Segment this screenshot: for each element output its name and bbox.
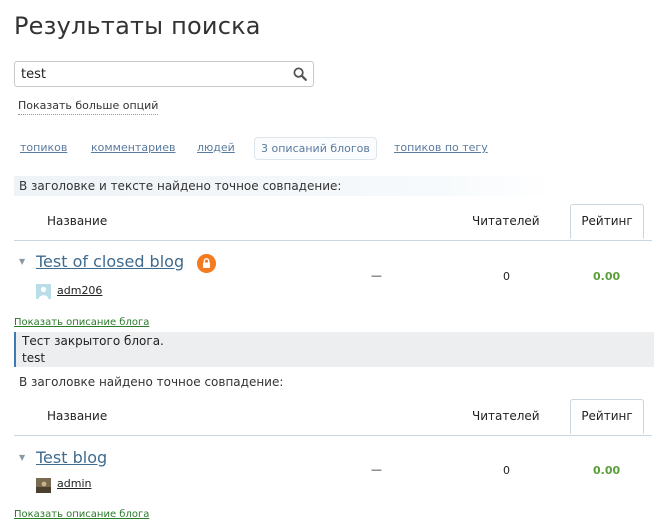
avatar [36,478,51,493]
user-link[interactable]: adm206 [57,284,102,297]
user-link[interactable]: admin [57,477,91,490]
rating-value: 0.00 [593,270,621,283]
lock-icon [197,254,216,273]
tab-comments[interactable]: комментариев [85,137,181,158]
expand-icon[interactable]: ▼ [19,453,25,462]
rating-value: 0.00 [593,464,621,477]
tab-people[interactable]: людей [191,137,241,158]
readers-count: 0 [503,464,510,477]
search-box [14,61,314,87]
show-more-options-link[interactable]: Показать больше опций [18,99,159,115]
search-input[interactable] [21,65,281,83]
show-description-link[interactable]: Показать описание блога [14,317,149,328]
column-readers[interactable]: Читателей [472,214,540,228]
search-icon[interactable] [293,67,307,81]
section-title: В заголовке найдено точное совпадение: [14,372,554,392]
avatar [36,284,51,299]
description-line: test [22,351,46,365]
column-rating[interactable]: Рейтинг [570,399,644,434]
section-title: В заголовке и тексте найдено точное совп… [14,176,554,196]
blog-dash: — [371,269,382,282]
column-readers[interactable]: Читателей [472,409,540,423]
column-rating[interactable]: Рейтинг [570,204,644,239]
table-header: Название Читателей Рейтинг [14,204,652,241]
table-header: Название Читателей Рейтинг [14,399,652,436]
blog-description: Тест закрытого блога. test [14,332,654,367]
blog-dash: — [371,463,382,476]
expand-icon[interactable]: ▼ [19,257,25,266]
blog-link[interactable]: Test blog [36,448,107,467]
blog-link[interactable]: Test of closed blog [36,252,184,271]
readers-count: 0 [503,270,510,283]
column-name[interactable]: Название [47,409,107,423]
tab-topics[interactable]: топиков [14,137,73,158]
tab-blog-descriptions[interactable]: 3 описаний блогов [254,137,377,160]
tab-topics-by-tag[interactable]: топиков по тегу [388,137,494,158]
page-title: Результаты поиска [14,12,261,40]
column-name[interactable]: Название [47,214,107,228]
description-line: Тест закрытого блога. [22,334,164,348]
show-description-link[interactable]: Показать описание блога [14,509,149,520]
